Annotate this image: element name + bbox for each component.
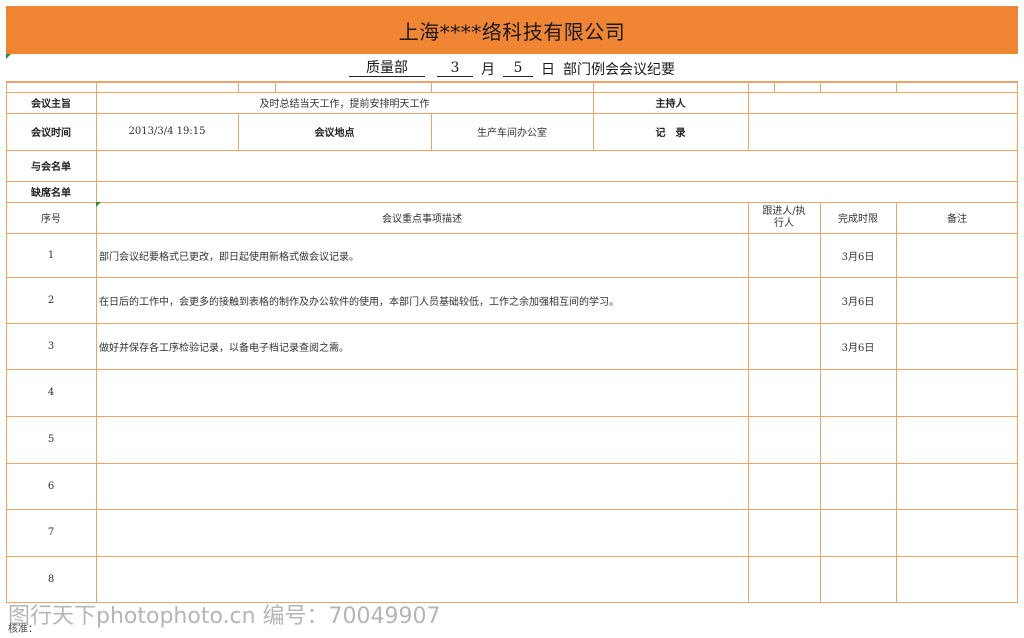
purpose-value: 及时总结当天工作，提前安排明天工作 [259,99,430,110]
row-deadline[interactable]: 3月6日 [820,233,896,277]
row-owner[interactable] [748,233,820,277]
place-value: 生产车间办公室 [477,128,547,139]
header-owner: 跟进人/执行人 [762,205,806,229]
row-description[interactable] [96,369,748,416]
row-number: 5 [47,434,55,445]
row-deadline[interactable] [820,416,896,463]
row-number: 6 [47,480,55,492]
company-name: 上海****络科技有限公司 [398,19,626,44]
time-label: 会议时间 [31,128,71,139]
time-value: 2013/3/4 19:15 [128,126,206,137]
row-description[interactable] [96,463,748,509]
row-deadline[interactable] [820,509,896,556]
row-description[interactable] [96,416,748,463]
row-description[interactable]: 在日后的工作中，会更多的接触到表格的制作及办公软件的使用，本部门人员基础较低，工… [96,277,748,323]
header-note: 备注 [947,214,967,225]
place-label: 会议地点 [314,128,355,139]
meeting-month: 3 [437,60,473,77]
recorder-value[interactable] [748,113,1018,150]
row-note[interactable] [896,556,1018,602]
row-owner[interactable] [748,323,820,369]
row-note[interactable] [896,277,1018,323]
row-deadline[interactable] [820,556,896,602]
host-label: 主持人 [655,99,686,110]
row-number: 2 [47,294,55,306]
meeting-title: 部门例会会议纪要 [563,61,675,78]
department-name: 质量部 [349,60,425,77]
header-no: 序号 [41,214,61,225]
row-number: 7 [47,527,55,538]
row-owner[interactable] [748,369,820,416]
row-deadline[interactable]: 3月6日 [820,277,896,323]
row-number: 3 [47,340,55,352]
row-owner[interactable] [748,556,820,602]
row-description[interactable] [96,556,748,602]
row-note[interactable] [896,416,1018,463]
row-deadline[interactable] [820,463,896,509]
row-note[interactable] [896,323,1018,369]
header-description: 会议重点事项描述 [382,214,462,225]
row-owner[interactable] [748,416,820,463]
row-number: 1 [47,249,55,261]
row-note[interactable] [896,233,1018,277]
month-label: 月 [481,61,495,78]
review-label: 核准： [8,624,38,635]
row-note[interactable] [896,369,1018,416]
row-number: 8 [47,573,55,585]
attendees-label: 与会名单 [31,162,71,173]
company-header: 上海****络科技有限公司 [6,6,1018,54]
row-deadline[interactable] [820,369,896,416]
row-description[interactable] [96,509,748,556]
header-deadline: 完成时限 [838,214,878,225]
meeting-subtitle: 质量部 3 月 5 日 部门例会会议纪要 [6,56,1018,82]
row-owner[interactable] [748,509,820,556]
purpose-label: 会议主旨 [31,99,71,110]
row-description[interactable]: 部门会议纪要格式已更改，即日起使用新格式做会议记录。 [96,233,748,277]
row-note[interactable] [896,463,1018,509]
attendees-value[interactable] [96,150,1018,181]
row-note[interactable] [896,509,1018,556]
watermark-text: 图行天下photophoto.cn 编号：70049907 [8,604,441,629]
row-owner[interactable] [748,463,820,509]
row-owner[interactable] [748,277,820,323]
absentees-value[interactable] [96,181,1018,202]
day-label: 日 [541,61,555,78]
recorder-label: 记 录 [655,128,686,139]
row-description[interactable]: 做好并保存各工序检验记录，以备电子档记录查阅之需。 [96,323,748,369]
host-value[interactable] [748,92,1018,113]
row-deadline[interactable]: 3月6日 [820,323,896,369]
row-number: 4 [47,387,55,398]
absentees-label: 缺席名单 [31,188,71,199]
meeting-day: 5 [503,60,533,77]
